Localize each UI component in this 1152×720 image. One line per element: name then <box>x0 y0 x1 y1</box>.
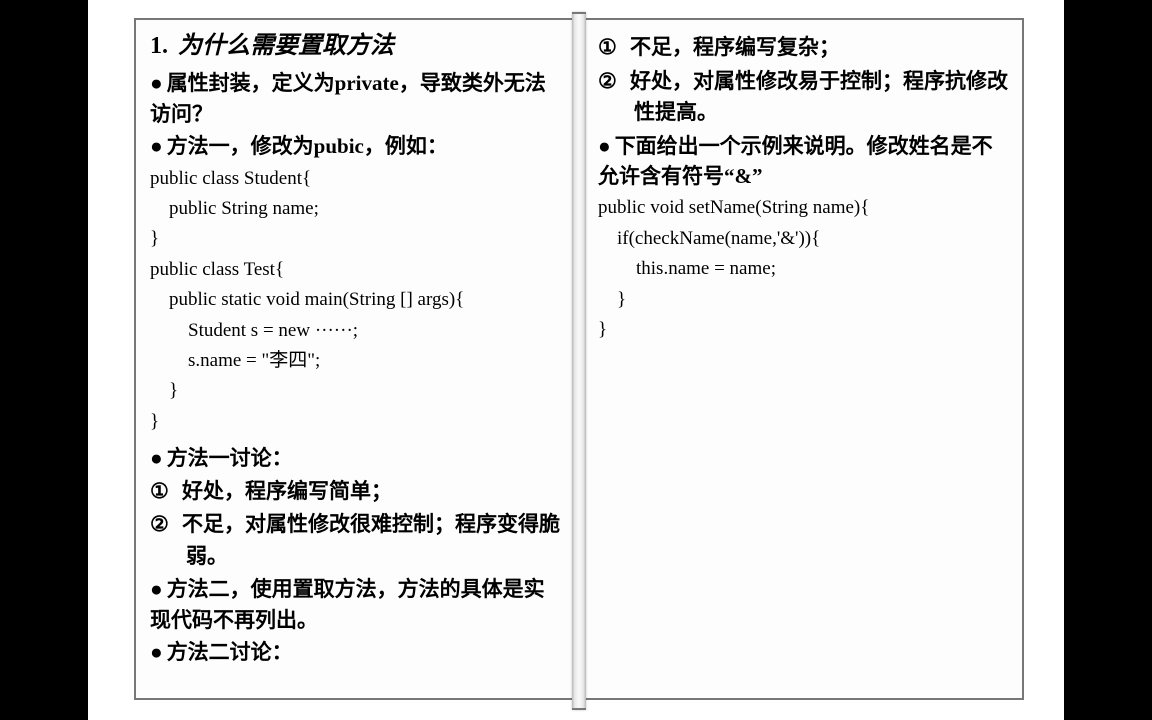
bullet-text: 方法一，修改为pubic，例如： <box>167 134 448 158</box>
bullet-text: 方法二讨论： <box>167 640 293 664</box>
bullet-dot-icon: ● <box>150 640 163 664</box>
numbered-line: ②好处，对属性修改易于控制；程序抗修改性提高。 <box>598 66 1008 129</box>
page-spine <box>572 12 586 710</box>
code-block: public void setName(String name){ if(che… <box>598 193 1008 345</box>
page-paper: 1.为什么需要置取方法 ●属性封装，定义为private，导致类外无法访问？ ●… <box>88 0 1064 720</box>
section-heading: 1. 为什么需要置取方法 <box>150 30 560 62</box>
code-block: public class Student{ public String name… <box>150 164 560 438</box>
circled-number-icon: ① <box>598 32 630 64</box>
bullet-dot-icon: ● <box>150 577 163 601</box>
numbered-line: ①不足，程序编写复杂； <box>598 32 1008 64</box>
heading-number: 1. <box>150 33 168 59</box>
left-column: 1.为什么需要置取方法 ●属性封装，定义为private，导致类外无法访问？ ●… <box>134 18 576 700</box>
bullet-dot-icon: ● <box>150 446 163 470</box>
bullet-text: 下面给出一个示例来说明。修改姓名是不允许含有符号“&” <box>598 134 993 188</box>
numbered-line: ①好处，程序编写简单； <box>150 476 560 508</box>
right-column: ①不足，程序编写复杂； ②好处，对属性修改易于控制；程序抗修改性提高。 ●下面给… <box>582 18 1024 700</box>
numbered-text: 好处，程序编写简单； <box>182 479 392 503</box>
numbered-line: ②不足，对属性修改很难控制；程序变得脆弱。 <box>150 509 560 572</box>
circled-number-icon: ① <box>150 476 182 508</box>
bullet-dot-icon: ● <box>150 71 163 95</box>
bullet-line: ●方法一，修改为pubic，例如： <box>150 131 560 161</box>
bullet-line: ●方法二，使用置取方法，方法的具体是实现代码不再列出。 <box>150 574 560 635</box>
numbered-text: 不足，程序编写复杂； <box>630 35 840 59</box>
bullet-line: ●下面给出一个示例来说明。修改姓名是不允许含有符号“&” <box>598 131 1008 192</box>
bullet-dot-icon: ● <box>598 134 611 158</box>
numbered-text: 不足，对属性修改很难控制；程序变得脆弱。 <box>182 512 560 568</box>
numbered-text: 好处，对属性修改易于控制；程序抗修改性提高。 <box>630 69 1008 125</box>
bullet-dot-icon: ● <box>150 134 163 158</box>
circled-number-icon: ② <box>150 509 182 541</box>
heading-text: 为什么需要置取方法 <box>178 33 394 59</box>
bullet-line: ●方法二讨论： <box>150 637 560 667</box>
bullet-line: ●方法一讨论： <box>150 443 560 473</box>
stage: 1.为什么需要置取方法 ●属性封装，定义为private，导致类外无法访问？ ●… <box>0 0 1152 720</box>
bullet-text: 方法一讨论： <box>167 446 293 470</box>
bullet-line: ●属性封装，定义为private，导致类外无法访问？ <box>150 68 560 129</box>
bullet-text: 属性封装，定义为private，导致类外无法访问？ <box>150 71 546 125</box>
bullet-text: 方法二，使用置取方法，方法的具体是实现代码不再列出。 <box>150 577 545 631</box>
circled-number-icon: ② <box>598 66 630 98</box>
